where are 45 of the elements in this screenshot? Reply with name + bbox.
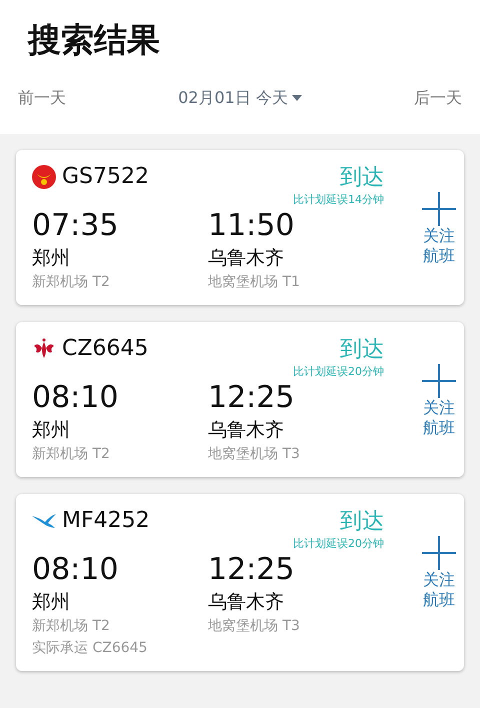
follow-flight-button[interactable]: 关注航班 xyxy=(422,536,456,610)
delay-note: 比计划延误14分钟 xyxy=(293,192,384,207)
departure-time: 08:10 xyxy=(32,551,120,589)
arrival-city: 乌鲁木齐 xyxy=(208,246,285,271)
follow-flight-button[interactable]: 关注航班 xyxy=(422,192,456,266)
flight-status: 到达 xyxy=(340,336,384,364)
flight-card[interactable]: GS7522 到达 比计划延误14分钟 07:35 郑州 新郑机场 T2 11:50 乌鲁木齐 地窝堡机场 T1 关注航班 xyxy=(16,150,464,305)
arrival-city: 乌鲁木齐 xyxy=(208,590,285,615)
next-day-link[interactable]: 后一天 xyxy=(414,88,462,108)
departure-city: 郑州 xyxy=(32,590,71,615)
arrival-city: 乌鲁木齐 xyxy=(208,418,285,443)
airline-logo-icon xyxy=(32,512,56,528)
follow-flight-button[interactable]: 关注航班 xyxy=(422,364,456,438)
arrival-airport: 地窝堡机场 T1 xyxy=(208,273,301,292)
departure-airport: 新郑机场 T2 xyxy=(32,617,111,636)
departure-airport: 新郑机场 T2 xyxy=(32,445,111,464)
arrival-airport: 地窝堡机场 T3 xyxy=(208,617,301,636)
departure-city: 郑州 xyxy=(32,246,71,271)
previous-day-link[interactable]: 前一天 xyxy=(18,88,66,108)
page-title: 搜索结果 xyxy=(26,19,161,61)
arrival-airport: 地窝堡机场 T3 xyxy=(208,445,301,464)
departure-airport: 新郑机场 T2 xyxy=(32,273,111,292)
flight-card[interactable]: CZ6645 到达 比计划延误20分钟 08:10 郑州 新郑机场 T2 12:25 乌鲁木齐 地窝堡机场 T3 关注航班 xyxy=(16,322,464,477)
departure-city: 郑州 xyxy=(32,418,71,443)
delay-note: 比计划延误20分钟 xyxy=(293,364,384,379)
departure-time: 08:10 xyxy=(32,379,120,417)
plus-icon xyxy=(422,364,456,398)
airline-logo-icon xyxy=(32,164,56,188)
date-picker[interactable]: 02月01日 今天 xyxy=(178,88,302,108)
flight-card[interactable]: MF4252 到达 比计划延误20分钟 08:10 郑州 新郑机场 T2 实际承运 CZ6645 12:25 乌鲁木齐 地窝堡机场 T3 关注航班 xyxy=(16,494,464,671)
plus-icon xyxy=(422,536,456,570)
flight-number: GS7522 xyxy=(62,164,150,189)
flight-status: 到达 xyxy=(340,164,384,192)
airline-logo-icon xyxy=(32,338,56,360)
delay-note: 比计划延误20分钟 xyxy=(293,536,384,551)
arrival-time: 12:25 xyxy=(208,379,296,417)
flight-number: CZ6645 xyxy=(62,336,148,361)
operator-note: 实际承运 CZ6645 xyxy=(32,639,148,658)
caret-icon xyxy=(292,95,302,101)
flight-number: MF4252 xyxy=(62,508,150,533)
arrival-time: 11:50 xyxy=(208,207,296,245)
arrival-time: 12:25 xyxy=(208,551,296,589)
departure-time: 07:35 xyxy=(32,207,120,245)
flight-status: 到达 xyxy=(340,508,384,536)
plus-icon xyxy=(422,192,456,226)
